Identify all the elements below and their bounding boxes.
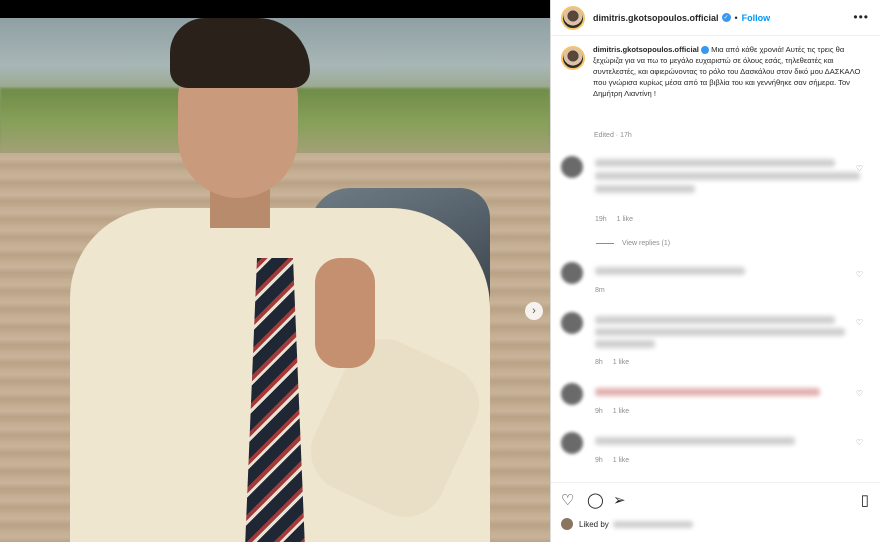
comment-time: 8h [595,359,603,366]
comment-text-blurred [595,159,835,167]
comment-text-blurred [595,316,835,324]
view-replies-button[interactable]: View replies (1) [596,240,670,247]
comment-time: 9h [595,457,603,464]
like-icon[interactable]: ♡ [561,491,574,509]
bookmark-icon[interactable]: ▯ [861,491,869,509]
comment-like-icon[interactable]: ♡ [856,389,863,398]
post-side-panel: dimitris.gkotsopoulos.official ✓ • Follo… [550,0,880,542]
comment-like-icon[interactable]: ♡ [856,318,863,327]
caption-username[interactable]: dimitris.gkotsopoulos.official [593,45,699,54]
verified-icon: ✓ [721,13,731,22]
comment-like-icon[interactable]: ♡ [856,438,863,447]
instagram-post-view: › dimitris.gkotsopoulos.official ✓ • Fol… [0,0,880,542]
comment-meta: 8m [595,287,613,294]
comment-time: 9h [595,408,603,415]
hair [170,18,310,88]
edited-timestamp: Edited · 17h [594,132,632,139]
comment-text-blurred [595,388,820,396]
follow-button[interactable]: Follow [742,13,771,23]
divider [596,243,614,244]
top-bar [0,0,550,18]
avatar[interactable] [561,5,585,30]
comment-likes[interactable]: 1 like [613,408,629,415]
liker-name-blurred[interactable] [612,520,693,528]
comment-text-blurred [595,340,655,348]
header-username[interactable]: dimitris.gkotsopoulos.official [593,13,719,23]
comment-avatar[interactable] [561,262,583,284]
liked-by: Liked by [561,518,693,530]
comment-avatar[interactable] [561,432,583,454]
caption-avatar[interactable] [561,46,585,70]
hand [315,258,375,368]
comment-meta: 8h 1 like [595,359,637,366]
comment-avatar[interactable] [561,156,583,178]
comment-avatar[interactable] [561,383,583,405]
comment-text-blurred [595,267,745,275]
comment-likes[interactable]: 1 like [617,216,633,223]
post-photo[interactable]: › [0,18,550,542]
comment-time: 19h [595,216,607,223]
caption-body: dimitris.gkotsopoulos.official Μια από κ… [593,44,863,99]
action-bar: ♡ ◯ ➢ ▯ [551,482,880,516]
caption: dimitris.gkotsopoulos.official Μια από κ… [561,44,871,99]
comment-text-blurred [595,328,845,336]
comment-time: 8m [595,287,605,294]
person-figure [70,18,510,542]
comment-meta: 9h 1 like [595,457,637,464]
verified-icon [701,46,710,54]
comment-text-blurred [595,185,695,193]
view-replies-label: View replies (1) [622,240,671,247]
separator: • [734,12,738,23]
post-header: dimitris.gkotsopoulos.official ✓ • Follo… [551,0,880,36]
comment-icon[interactable]: ◯ [587,491,604,509]
comment-likes[interactable]: 1 like [613,359,629,366]
comment-likes[interactable]: 1 like [613,457,629,464]
more-options-icon[interactable]: ••• [853,10,869,24]
comment-text-blurred [595,437,795,445]
liked-by-label: Liked by [579,519,609,529]
comment-meta: 19h 1 like [595,216,641,223]
share-icon[interactable]: ➢ [613,491,626,509]
comment-meta: 9h 1 like [595,408,637,415]
comment-like-icon[interactable]: ♡ [856,270,863,279]
comment-like-icon[interactable]: ♡ [856,164,863,173]
comment-avatar[interactable] [561,312,583,334]
liker-avatar[interactable] [561,518,573,530]
next-image-button[interactable]: › [525,302,543,320]
comment-text-blurred [595,172,860,180]
